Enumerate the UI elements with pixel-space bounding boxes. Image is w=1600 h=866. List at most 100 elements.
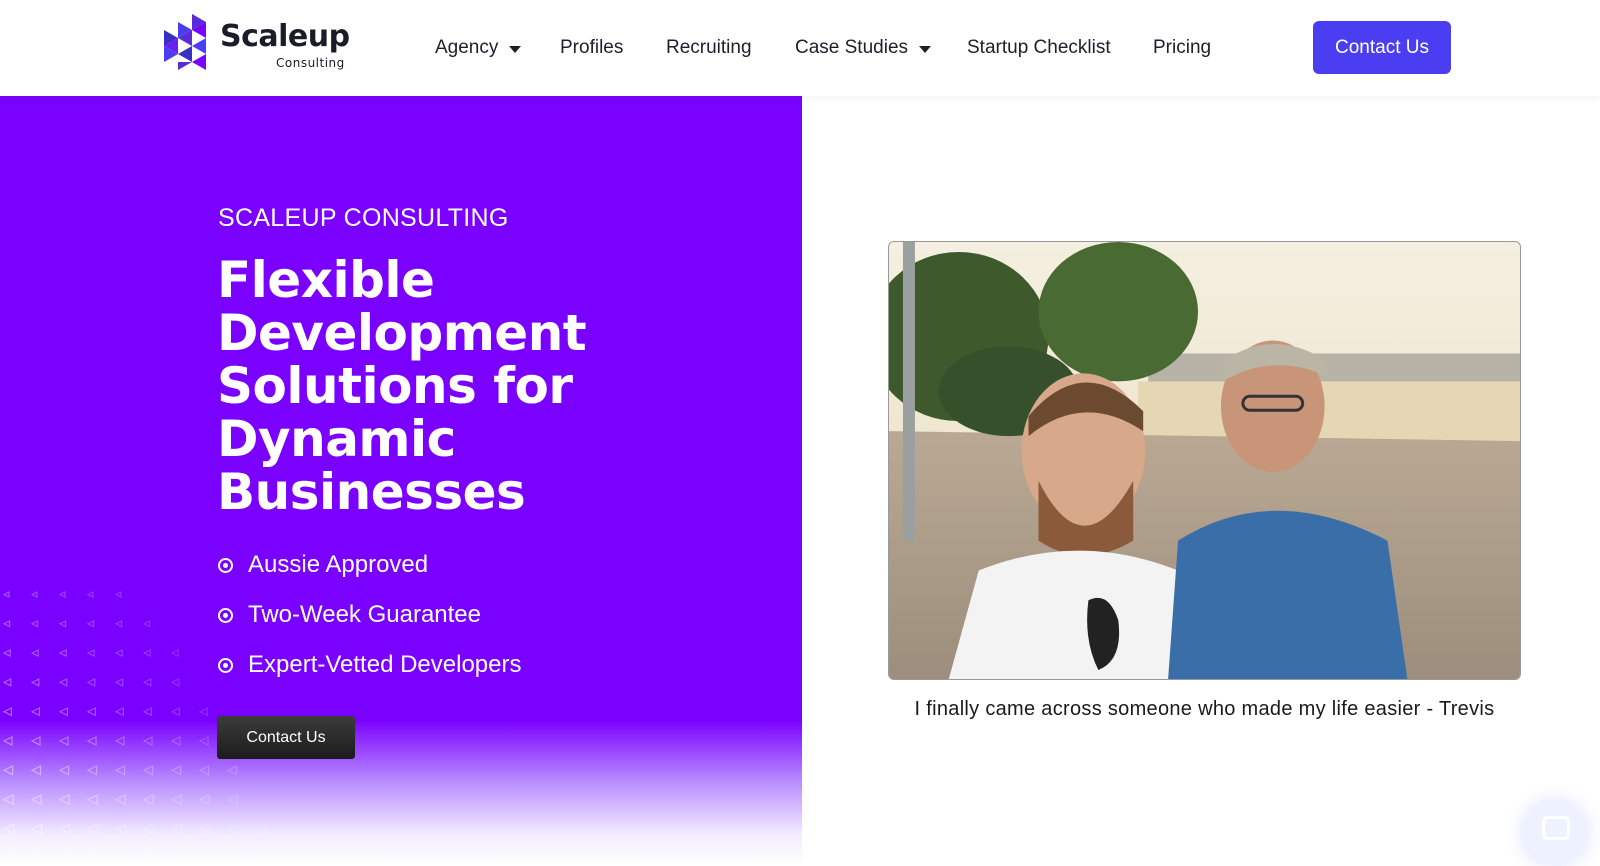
headline-line: Businesses — [217, 463, 526, 521]
decorative-triangle — [114, 678, 124, 687]
headline-line: Development — [217, 304, 587, 362]
radio-dot-icon — [218, 557, 233, 573]
decorative-triangle — [198, 852, 211, 865]
nav-item-case-studies[interactable]: Case Studies — [795, 34, 932, 62]
decorative-triangle — [142, 794, 154, 806]
decorative-triangle — [142, 620, 151, 628]
photo-illustration — [889, 242, 1520, 679]
decorative-triangle — [2, 736, 13, 746]
feature-label: Two-Week Guarantee — [248, 601, 482, 628]
decorative-triangle — [114, 707, 125, 717]
decorative-triangle — [86, 852, 100, 865]
decorative-triangle — [142, 678, 152, 687]
decorative-triangle — [30, 591, 38, 598]
feature-item: Aussie Approved — [218, 540, 521, 590]
decorative-triangle — [86, 649, 95, 658]
decorative-triangle — [58, 707, 69, 717]
decorative-triangle — [86, 678, 96, 687]
decorative-triangle — [2, 707, 12, 717]
decorative-triangle — [30, 736, 41, 746]
feature-item: Two-Week Guarantee — [218, 590, 521, 640]
decorative-triangle — [2, 678, 12, 687]
nav-item-pricing[interactable]: Pricing — [1153, 34, 1211, 62]
headline-line: Flexible — [217, 251, 435, 309]
hero-contact-button[interactable]: Contact Us — [217, 716, 355, 759]
decorative-triangle — [30, 707, 41, 717]
radio-dot-icon — [218, 657, 233, 673]
decorative-triangle — [170, 707, 180, 717]
decorative-triangle — [226, 765, 238, 776]
decorative-triangle — [58, 591, 66, 598]
hero-panel: SCALEUP CONSULTING Flexible Development … — [0, 96, 802, 866]
decorative-triangle — [170, 765, 182, 776]
chat-widget-button[interactable] — [1522, 800, 1588, 866]
decorative-triangle — [114, 649, 123, 658]
decorative-triangle — [30, 678, 40, 687]
decorative-triangle — [30, 823, 43, 835]
decorative-triangle — [30, 765, 42, 776]
testimonial-photo — [888, 241, 1521, 680]
decorative-triangle — [114, 736, 125, 746]
testimonial-caption: I finally came across someone who made m… — [914, 698, 1495, 720]
nav-label: Agency — [435, 37, 499, 58]
headline-line: Dynamic — [217, 410, 456, 468]
logo[interactable]: Scaleup Consulting — [164, 14, 364, 74]
nav-label: Pricing — [1153, 37, 1212, 58]
decorative-triangle — [226, 823, 239, 835]
decorative-triangle — [114, 794, 126, 806]
decorative-triangle — [30, 794, 42, 806]
decorative-triangle — [114, 765, 126, 776]
decorative-triangle — [58, 649, 67, 658]
decorative-triangle — [86, 794, 98, 806]
hero-headline: Flexible Development Solutions for Dynam… — [217, 254, 637, 519]
chat-bubble-icon — [1542, 816, 1570, 840]
decorative-triangle — [198, 794, 210, 806]
decorative-triangle — [254, 823, 267, 835]
decorative-triangle — [142, 765, 154, 776]
decorative-triangle — [114, 823, 127, 835]
nav-item-startup-checklist[interactable]: Startup Checklist — [967, 34, 1111, 62]
decorative-triangle — [254, 852, 267, 865]
decorative-triangle — [226, 794, 238, 806]
decorative-triangle — [86, 707, 97, 717]
decorative-triangle — [142, 707, 152, 717]
feature-list: Aussie Approved Two-Week Guarantee Exper… — [218, 540, 521, 690]
nav-item-agency[interactable]: Agency — [435, 34, 522, 62]
decorative-triangle — [198, 765, 210, 776]
decorative-triangle — [86, 620, 95, 628]
decorative-triangle — [58, 823, 71, 835]
decorative-triangle — [198, 823, 211, 835]
decorative-triangle — [2, 620, 11, 628]
decorative-triangle — [58, 765, 70, 776]
decorative-triangle — [2, 852, 15, 865]
logo-wordmark: Scaleup — [220, 19, 350, 54]
caret-down-icon — [509, 45, 522, 53]
nav-label: Case Studies — [795, 37, 909, 58]
decorative-triangle — [170, 649, 179, 658]
decorative-triangle — [142, 736, 153, 746]
decorative-triangle — [142, 649, 151, 658]
decorative-triangle — [86, 736, 97, 746]
decorative-triangle — [86, 591, 94, 598]
feature-item: Expert-Vetted Developers — [218, 640, 521, 690]
hero-eyebrow: SCALEUP CONSULTING — [218, 204, 509, 232]
decorative-triangle — [86, 765, 98, 776]
decorative-triangle — [114, 620, 123, 628]
decorative-triangle — [2, 591, 10, 598]
decorative-triangle — [142, 852, 155, 865]
decorative-triangle — [2, 823, 15, 835]
decorative-triangle — [114, 591, 122, 598]
decorative-triangle — [30, 852, 44, 865]
decorative-triangle — [170, 736, 181, 746]
site-header: Scaleup Consulting Agency Profiles Recru… — [0, 0, 1600, 96]
logo-mark-icon — [164, 14, 206, 70]
header-contact-button[interactable]: Contact Us — [1313, 21, 1451, 74]
decorative-triangle — [170, 794, 182, 806]
decorative-triangle — [170, 823, 183, 835]
decorative-triangle — [114, 852, 128, 865]
decorative-triangle — [58, 678, 68, 687]
nav-item-recruiting[interactable]: Recruiting — [666, 34, 752, 62]
nav-item-profiles[interactable]: Profiles — [560, 34, 623, 62]
decorative-triangle — [142, 823, 155, 835]
radio-dot-icon — [218, 607, 233, 623]
